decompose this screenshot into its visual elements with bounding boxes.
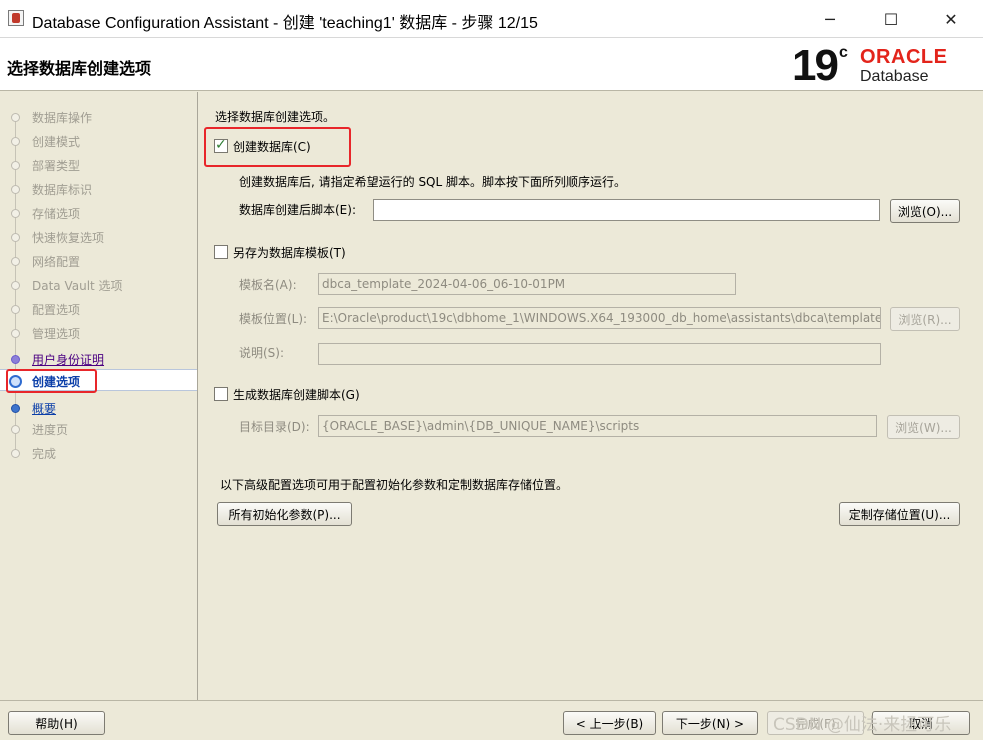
logo-product: Database bbox=[860, 68, 929, 85]
step-dot-icon bbox=[11, 113, 20, 122]
step-navigation: 数据库操作 创建模式 部署类型 数据库标识 存储选项 快速恢复选项 网络配置 D… bbox=[0, 92, 198, 700]
custom-storage-location-button[interactable]: 定制存储位置(U)... bbox=[839, 502, 960, 526]
maximize-button[interactable]: ☐ bbox=[868, 0, 914, 38]
browse-target-directory-button[interactable]: 浏览(W)... bbox=[887, 415, 960, 439]
browse-post-script-button[interactable]: 浏览(O)... bbox=[890, 199, 960, 223]
step-creation-mode: 创建模式 bbox=[0, 130, 197, 152]
post-script-hint: 创建数据库后, 请指定希望运行的 SQL 脚本。脚本按下面所列顺序运行。 bbox=[239, 175, 627, 189]
step-dot-icon bbox=[11, 329, 20, 338]
step-label: 创建模式 bbox=[32, 135, 81, 149]
highlight-box bbox=[6, 369, 97, 393]
template-description-label: 说明(S): bbox=[239, 346, 285, 360]
step-fast-recovery: 快速恢复选项 bbox=[0, 226, 197, 248]
minimize-button[interactable]: ─ bbox=[807, 0, 853, 38]
wizard-footer: 帮助(H) < 上一步(B) 下一步(N) > 完成(F) 取消 CSDN @仙… bbox=[0, 700, 983, 740]
template-name-label: 模板名(A): bbox=[239, 278, 297, 292]
page-header: 选择数据库创建选项 19 c ORACLE Database bbox=[0, 38, 983, 91]
step-label: 快速恢复选项 bbox=[32, 231, 105, 245]
step-finish: 完成 bbox=[0, 442, 197, 464]
next-button[interactable]: 下一步(N) > bbox=[662, 711, 758, 735]
step-label: 配置选项 bbox=[32, 303, 81, 317]
logo-brand: ORACLE bbox=[860, 46, 948, 68]
save-template-label[interactable]: 另存为数据库模板(T) bbox=[233, 244, 346, 261]
step-progress: 进度页 bbox=[0, 418, 197, 440]
step-dot-icon bbox=[11, 425, 20, 434]
generate-scripts-checkbox[interactable] bbox=[214, 387, 228, 401]
step-label: 存储选项 bbox=[32, 207, 81, 221]
step-dot-icon bbox=[11, 185, 20, 194]
browse-template-location-button[interactable]: 浏览(R)... bbox=[890, 307, 960, 331]
step-management-options: 管理选项 bbox=[0, 322, 197, 344]
step-label: 部署类型 bbox=[32, 159, 81, 173]
step-storage-option: 存储选项 bbox=[0, 202, 197, 224]
step-dot-icon bbox=[11, 161, 20, 170]
step-deployment-type: 部署类型 bbox=[0, 154, 197, 176]
step-label: 用户身份证明 bbox=[32, 353, 105, 367]
all-init-params-button[interactable]: 所有初始化参数(P)... bbox=[217, 502, 352, 526]
step-dot-icon bbox=[11, 137, 20, 146]
target-directory-input[interactable]: {ORACLE_BASE}\admin\{DB_UNIQUE_NAME}\scr… bbox=[318, 415, 877, 437]
template-name-input[interactable]: dbca_template_2024-04-06_06-10-01PM bbox=[318, 273, 736, 295]
page-title: 选择数据库创建选项 bbox=[7, 59, 152, 78]
logo-version-suffix: c bbox=[839, 44, 848, 61]
java-app-icon bbox=[8, 10, 24, 26]
title-bar: Database Configuration Assistant - 创建 't… bbox=[0, 0, 983, 38]
step-dot-icon bbox=[11, 257, 20, 266]
step-dot-icon bbox=[11, 449, 20, 458]
close-button[interactable]: ✕ bbox=[928, 0, 974, 38]
target-directory-label: 目标目录(D): bbox=[239, 420, 310, 434]
step-data-vault: Data Vault 选项 bbox=[0, 274, 197, 296]
step-label: 管理选项 bbox=[32, 327, 81, 341]
step-dot-icon bbox=[11, 404, 20, 413]
template-location-label: 模板位置(L): bbox=[239, 312, 308, 326]
post-script-input[interactable] bbox=[373, 199, 880, 221]
step-database-operation: 数据库操作 bbox=[0, 106, 197, 128]
step-config-options: 配置选项 bbox=[0, 298, 197, 320]
post-script-label: 数据库创建后脚本(E): bbox=[239, 203, 356, 217]
step-database-identification: 数据库标识 bbox=[0, 178, 197, 200]
step-label: 完成 bbox=[32, 447, 57, 461]
step-dot-icon bbox=[11, 305, 20, 314]
step-dot-icon bbox=[11, 355, 20, 364]
window-title: Database Configuration Assistant - 创建 't… bbox=[32, 15, 538, 32]
back-button[interactable]: < 上一步(B) bbox=[563, 711, 656, 735]
step-network-config: 网络配置 bbox=[0, 250, 197, 272]
highlight-box bbox=[204, 127, 351, 167]
step-label: Data Vault 选项 bbox=[32, 279, 123, 293]
step-label: 概要 bbox=[32, 402, 57, 416]
step-dot-icon bbox=[11, 281, 20, 290]
step-label: 数据库操作 bbox=[32, 111, 93, 125]
save-template-checkbox[interactable] bbox=[214, 245, 228, 259]
step-label: 数据库标识 bbox=[32, 183, 93, 197]
help-button[interactable]: 帮助(H) bbox=[8, 711, 105, 735]
advanced-options-hint: 以下高级配置选项可用于配置初始化参数和定制数据库存储位置。 bbox=[220, 478, 569, 492]
step-dot-icon bbox=[11, 209, 20, 218]
step-label: 网络配置 bbox=[32, 255, 81, 269]
step-dot-icon bbox=[11, 233, 20, 242]
section-title: 选择数据库创建选项。 bbox=[215, 110, 336, 124]
generate-scripts-label[interactable]: 生成数据库创建脚本(G) bbox=[233, 386, 360, 403]
logo-version: 19 bbox=[792, 41, 839, 90]
step-label: 进度页 bbox=[32, 423, 69, 437]
step-summary[interactable]: 概要 bbox=[0, 397, 197, 419]
oracle-19c-logo: 19 c ORACLE Database bbox=[792, 42, 977, 88]
step-user-credentials[interactable]: 用户身份证明 bbox=[0, 348, 197, 370]
template-description-input[interactable] bbox=[318, 343, 881, 365]
template-location-input[interactable]: E:\Oracle\product\19c\dbhome_1\WINDOWS.X… bbox=[318, 307, 881, 329]
main-content: 选择数据库创建选项。 创建数据库(C) 创建数据库后, 请指定希望运行的 SQL… bbox=[199, 92, 983, 700]
csdn-watermark: CSDN @仙法·来拯可乐 bbox=[773, 715, 952, 735]
